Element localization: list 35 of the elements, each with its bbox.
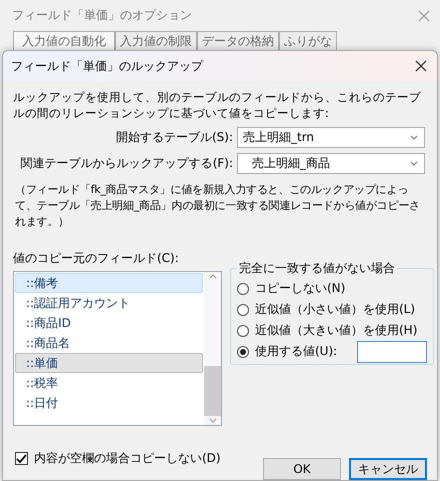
- radio-option[interactable]: 使用する値(U):: [237, 342, 428, 361]
- radio-option[interactable]: コピーしない(N): [237, 279, 428, 298]
- chevron-down-icon: [410, 161, 418, 166]
- list-item[interactable]: ::認証用アカウント: [15, 293, 203, 313]
- note-text: （フィールド「fk_商品マスタ」に値を新規入力すると、このルックアップによって、テーブル「売上明細_商品」内の最初に一致する関連レコードから値がコピーされます。）: [14, 182, 421, 230]
- close-icon[interactable]: [415, 60, 427, 72]
- window-title: フィールド「単価」のオプション: [12, 7, 192, 24]
- chevron-down-icon: [410, 135, 418, 140]
- tab[interactable]: データの格納: [197, 31, 279, 50]
- scroll-up-icon[interactable]: [208, 274, 216, 279]
- field-label: 関連テーブルからルックアップする(F):: [20, 155, 233, 172]
- tab[interactable]: 入力値の制限: [115, 31, 197, 50]
- list-item[interactable]: ::商品ID: [15, 313, 203, 333]
- dialog-title: フィールド「単価」のルックアップ: [11, 58, 203, 74]
- input-field[interactable]: [357, 340, 428, 362]
- group-title: 完全に一致する値がない場合: [238, 260, 396, 277]
- dialog-button[interactable]: OK: [263, 458, 341, 480]
- list-label: 値のコピー元のフィールド(C):: [13, 250, 180, 267]
- list-item[interactable]: ::備考: [15, 273, 203, 293]
- checkbox-option[interactable]: 内容が空欄の場合コピーしない(D): [13, 450, 221, 467]
- list-item[interactable]: ::商品名: [15, 333, 203, 353]
- scroll-down-icon[interactable]: [208, 418, 216, 423]
- related-table-dropdown[interactable]: 売上明細_商品: [237, 153, 425, 174]
- field-label: 開始するテーブル(S):: [116, 129, 233, 146]
- tab[interactable]: ふりがな: [279, 31, 337, 50]
- list-item[interactable]: ::税率: [15, 373, 203, 393]
- description-text: ルックアップを使用して、別のテーブルのフィールドから、これらのテーブルの間のリレーションシップに基づいて値をコピーします:: [13, 89, 422, 121]
- radio-option[interactable]: 近似値（小さい値）を使用(L): [237, 300, 428, 319]
- start-table-dropdown[interactable]: 売上明細_trn: [237, 127, 425, 148]
- list-item[interactable]: ::単価: [15, 353, 203, 373]
- tab[interactable]: 入力値の自動化: [13, 31, 115, 50]
- dialog-button[interactable]: キャンセル: [349, 458, 427, 480]
- scrollbar[interactable]: [204, 272, 221, 425]
- list-item[interactable]: ::日付: [15, 393, 203, 413]
- radio-option[interactable]: 近似値（大きい値）を使用(H): [237, 321, 428, 340]
